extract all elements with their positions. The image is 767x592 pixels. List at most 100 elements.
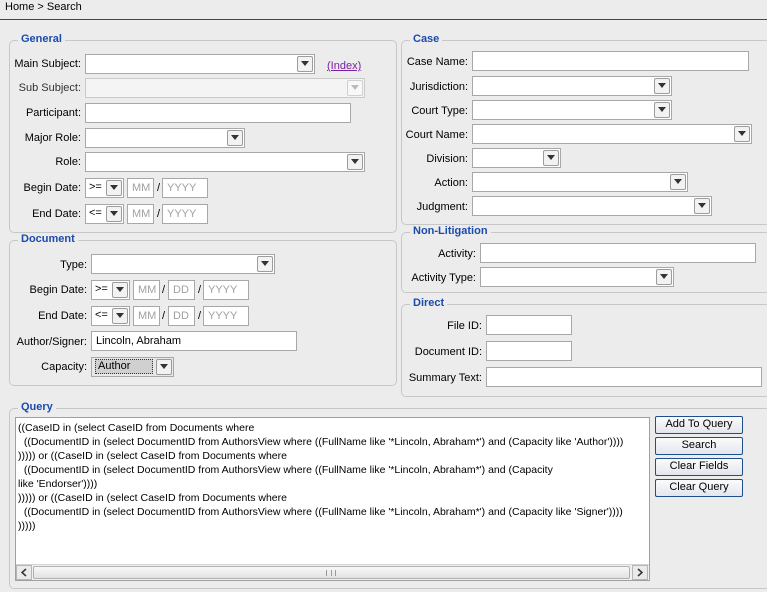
document-begin-day-input[interactable]: DD — [168, 280, 195, 300]
document-begin-month-input[interactable]: MM — [133, 280, 160, 300]
document-end-date-label: End Date: — [38, 310, 87, 322]
file-id-input[interactable] — [486, 315, 572, 335]
capacity-select[interactable]: Author — [91, 357, 174, 377]
activity-type-select[interactable] — [480, 267, 674, 287]
chevron-down-icon — [112, 282, 128, 298]
date-separator: / — [162, 310, 166, 322]
add-to-query-button[interactable]: Add To Query — [655, 416, 743, 434]
general-begin-op-select[interactable]: >= — [85, 178, 124, 198]
document-id-label: Document ID: — [414, 346, 482, 358]
summary-text-input[interactable] — [486, 367, 762, 387]
role-label: Role: — [55, 156, 81, 168]
chevron-down-icon — [654, 102, 670, 118]
clear-fields-button[interactable]: Clear Fields — [655, 458, 743, 476]
jurisdiction-select[interactable] — [472, 76, 672, 96]
chevron-down-icon — [694, 198, 710, 214]
search-button[interactable]: Search — [655, 437, 743, 455]
date-separator: / — [198, 284, 202, 296]
chevron-down-icon — [347, 80, 363, 96]
case-name-input[interactable] — [472, 51, 749, 71]
chevron-down-icon — [112, 308, 128, 324]
chevron-down-icon — [670, 174, 686, 190]
query-legend: Query — [18, 401, 56, 413]
chevron-down-icon — [543, 150, 559, 166]
date-separator: / — [198, 310, 202, 322]
document-legend: Document — [18, 233, 78, 245]
general-end-year-input[interactable]: YYYY — [162, 204, 208, 224]
document-begin-op-select[interactable]: >= — [91, 280, 130, 300]
chevron-down-icon — [654, 78, 670, 94]
general-end-op-select[interactable]: <= — [85, 204, 124, 224]
capacity-selected-value: Author — [95, 359, 153, 374]
general-begin-month-input[interactable]: MM — [127, 178, 154, 198]
scroll-right-button[interactable] — [632, 565, 648, 580]
chevron-down-icon — [734, 126, 750, 142]
document-end-day-input[interactable]: DD — [168, 306, 195, 326]
activity-type-label: Activity Type: — [411, 272, 476, 284]
query-textarea[interactable]: ((CaseID in (select CaseID from Document… — [15, 417, 650, 581]
participant-label: Participant: — [25, 107, 81, 119]
chevron-down-icon — [227, 130, 243, 146]
document-end-year-input[interactable]: YYYY — [203, 306, 249, 326]
summary-text-label: Summary Text: — [408, 372, 482, 384]
horizontal-scrollbar[interactable] — [16, 564, 649, 580]
breadcrumb: Home > Search — [5, 1, 82, 13]
judgment-label: Judgment: — [416, 201, 468, 213]
action-select[interactable] — [472, 172, 688, 192]
general-legend: General — [18, 33, 65, 45]
court-type-select[interactable] — [472, 100, 672, 120]
division-select[interactable] — [472, 148, 561, 168]
main-subject-select[interactable] — [85, 54, 315, 74]
participant-input[interactable] — [85, 103, 351, 123]
activity-input[interactable] — [480, 243, 756, 263]
chevron-down-icon — [656, 269, 672, 285]
role-select[interactable] — [85, 152, 365, 172]
date-separator: / — [157, 208, 161, 220]
file-id-label: File ID: — [447, 320, 482, 332]
chevron-down-icon — [297, 56, 313, 72]
chevron-down-icon — [257, 256, 273, 272]
document-begin-date-label: Begin Date: — [29, 284, 87, 296]
document-id-input[interactable] — [486, 341, 572, 361]
main-subject-label: Main Subject: — [14, 58, 81, 70]
date-separator: / — [162, 284, 166, 296]
general-begin-date-label: Begin Date: — [23, 182, 81, 194]
header-divider — [0, 19, 767, 20]
general-end-date-label: End Date: — [32, 208, 81, 220]
chevron-down-icon — [106, 180, 122, 196]
general-end-month-input[interactable]: MM — [127, 204, 154, 224]
action-label: Action: — [434, 177, 468, 189]
court-type-label: Court Type: — [411, 105, 468, 117]
query-text: ((CaseID in (select CaseID from Document… — [18, 422, 624, 532]
author-signer-input[interactable]: Lincoln, Abraham — [91, 331, 297, 351]
author-signer-label: Author/Signer: — [16, 336, 87, 348]
court-name-label: Court Name: — [405, 129, 468, 141]
document-end-op-select[interactable]: <= — [91, 306, 130, 326]
chevron-left-icon — [20, 568, 27, 577]
case-name-label: Case Name: — [406, 56, 468, 68]
document-type-select[interactable] — [91, 254, 275, 274]
document-begin-year-input[interactable]: YYYY — [203, 280, 249, 300]
document-end-month-input[interactable]: MM — [133, 306, 160, 326]
general-begin-year-input[interactable]: YYYY — [162, 178, 208, 198]
capacity-label: Capacity: — [41, 361, 87, 373]
direct-legend: Direct — [410, 297, 448, 309]
case-legend: Case — [410, 33, 443, 45]
chevron-down-icon — [106, 206, 122, 222]
chevron-down-icon — [347, 154, 363, 170]
chevron-right-icon — [637, 568, 644, 577]
scroll-left-button[interactable] — [16, 565, 32, 580]
jurisdiction-label: Jurisdiction: — [409, 81, 468, 93]
chevron-down-icon — [156, 359, 172, 375]
date-separator: / — [157, 182, 161, 194]
judgment-select[interactable] — [472, 196, 712, 216]
sub-subject-select[interactable] — [85, 78, 365, 98]
court-name-select[interactable] — [472, 124, 752, 144]
major-role-select[interactable] — [85, 128, 245, 148]
index-link[interactable]: (Index) — [327, 60, 361, 72]
grip-icon — [326, 570, 336, 576]
activity-label: Activity: — [438, 248, 476, 260]
clear-query-button[interactable]: Clear Query — [655, 479, 743, 497]
sub-subject-label: Sub Subject: — [18, 82, 81, 94]
scrollbar-thumb[interactable] — [33, 566, 630, 579]
